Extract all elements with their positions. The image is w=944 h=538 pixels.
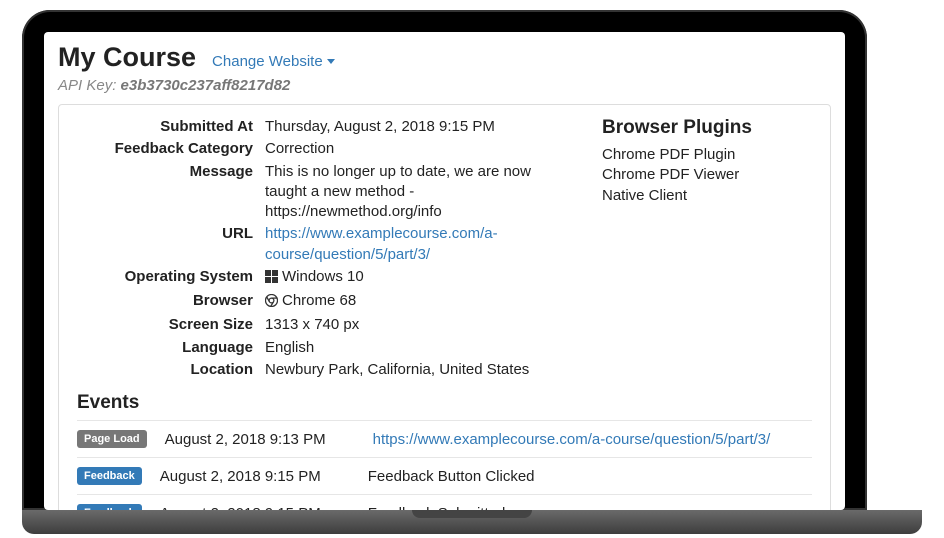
caret-down-icon <box>327 59 335 64</box>
label-screen-size: Screen Size <box>77 315 265 335</box>
event-time: August 2, 2018 9:15 PM <box>160 468 350 485</box>
browser-text: Chrome 68 <box>282 292 356 309</box>
value-url: https://www.examplecourse.com/a-course/q… <box>265 224 525 265</box>
event-link[interactable]: https://www.examplecourse.com/a-course/q… <box>373 431 771 448</box>
url-link[interactable]: https://www.examplecourse.com/a-course/q… <box>265 225 498 262</box>
detail-submitted-at: Submitted At Thursday, August 2, 2018 9:… <box>77 117 572 137</box>
label-language: Language <box>77 338 265 358</box>
event-time: August 2, 2018 9:13 PM <box>165 431 355 448</box>
value-os: Windows 10 <box>265 267 572 289</box>
plugin-item: Native Client <box>602 186 812 206</box>
page-title: My Course <box>58 42 196 73</box>
event-badge-feedback: Feedback <box>77 467 142 485</box>
laptop-base <box>22 510 922 534</box>
detail-location: Location Newbury Park, California, Unite… <box>77 360 572 380</box>
details-list: Submitted At Thursday, August 2, 2018 9:… <box>77 117 572 382</box>
plugins-panel: Browser Plugins Chrome PDF Plugin Chrome… <box>602 117 812 382</box>
value-screen-size: 1313 x 740 px <box>265 315 572 335</box>
event-desc: https://www.examplecourse.com/a-course/q… <box>373 431 812 448</box>
value-location: Newbury Park, California, United States <box>265 360 572 380</box>
plugin-item: Chrome PDF Plugin <box>602 145 812 165</box>
label-message: Message <box>77 162 265 223</box>
detail-message: Message This is no longer up to date, we… <box>77 162 572 223</box>
detail-screen-size: Screen Size 1313 x 740 px <box>77 315 572 335</box>
detail-panel: Submitted At Thursday, August 2, 2018 9:… <box>58 104 831 510</box>
detail-os: Operating System Windows 10 <box>77 267 572 289</box>
plugin-item: Chrome PDF Viewer <box>602 165 812 185</box>
detail-feedback-category: Feedback Category Correction <box>77 139 572 159</box>
detail-url: URL https://www.examplecourse.com/a-cour… <box>77 224 572 265</box>
windows-icon <box>265 269 278 289</box>
value-language: English <box>265 338 572 358</box>
api-key-label: API Key: <box>58 77 116 94</box>
detail-language: Language English <box>77 338 572 358</box>
laptop-frame: My Course Change Website API Key: e3b373… <box>22 10 867 510</box>
value-submitted-at: Thursday, August 2, 2018 9:15 PM <box>265 117 572 137</box>
api-key-line: API Key: e3b3730c237aff8217d82 <box>58 77 831 94</box>
os-text: Windows 10 <box>282 268 364 285</box>
label-feedback-category: Feedback Category <box>77 139 265 159</box>
header: My Course Change Website <box>58 36 831 75</box>
value-browser: Chrome 68 <box>265 291 572 313</box>
event-desc: Feedback Button Clicked <box>368 468 812 485</box>
event-badge-page-load: Page Load <box>77 430 147 448</box>
events-heading: Events <box>77 392 812 414</box>
value-message: This is no longer up to date, we are now… <box>265 162 555 223</box>
label-location: Location <box>77 360 265 380</box>
change-website-label: Change Website <box>212 53 323 70</box>
chrome-icon <box>265 293 278 313</box>
event-row: Feedback August 2, 2018 9:15 PM Feedback… <box>77 457 812 494</box>
screen: My Course Change Website API Key: e3b373… <box>44 32 845 510</box>
event-row: Page Load August 2, 2018 9:13 PM https:/… <box>77 420 812 457</box>
label-browser: Browser <box>77 291 265 313</box>
label-submitted-at: Submitted At <box>77 117 265 137</box>
label-url: URL <box>77 224 265 265</box>
label-os: Operating System <box>77 267 265 289</box>
detail-browser: Browser Chrome 68 <box>77 291 572 313</box>
value-feedback-category: Correction <box>265 139 572 159</box>
api-key-value: e3b3730c237aff8217d82 <box>121 77 291 94</box>
change-website-link[interactable]: Change Website <box>212 53 335 70</box>
event-row: Feedback August 2, 2018 9:15 PM Feedback… <box>77 494 812 510</box>
plugins-heading: Browser Plugins <box>602 117 812 139</box>
